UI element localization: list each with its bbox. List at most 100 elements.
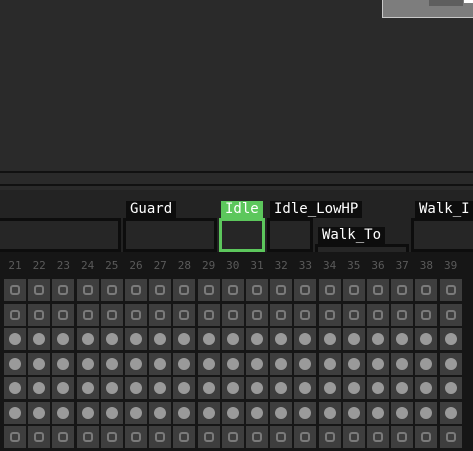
cel-filled[interactable] bbox=[173, 352, 196, 375]
tag-label-idle-lowhp[interactable]: Idle_LowHP bbox=[270, 201, 363, 218]
cel-empty[interactable] bbox=[246, 303, 268, 326]
cel-filled[interactable] bbox=[221, 401, 244, 424]
cel-empty[interactable] bbox=[439, 303, 462, 326]
cel-filled[interactable] bbox=[149, 401, 172, 424]
cel-filled[interactable] bbox=[391, 328, 414, 350]
cel-empty[interactable] bbox=[367, 279, 389, 301]
frame-number[interactable]: 24 bbox=[76, 257, 100, 275]
cel-empty[interactable] bbox=[76, 426, 99, 448]
cel-filled[interactable] bbox=[149, 328, 172, 350]
cel-empty[interactable] bbox=[391, 426, 414, 448]
cel-empty[interactable] bbox=[342, 279, 365, 301]
cel-empty[interactable] bbox=[28, 279, 51, 301]
cel-empty[interactable] bbox=[221, 303, 244, 326]
cel-empty[interactable] bbox=[52, 279, 75, 301]
cel-filled[interactable] bbox=[4, 328, 26, 350]
frame-number[interactable]: 29 bbox=[197, 257, 221, 275]
cel-filled[interactable] bbox=[342, 352, 365, 375]
cel-filled[interactable] bbox=[76, 352, 99, 375]
cel-filled[interactable] bbox=[52, 377, 75, 399]
cel-empty[interactable] bbox=[52, 303, 75, 326]
frame-number[interactable]: 31 bbox=[245, 257, 269, 275]
cel-filled[interactable] bbox=[318, 377, 341, 399]
tag-label-guard[interactable]: Guard bbox=[126, 201, 177, 218]
frame-number[interactable]: 30 bbox=[221, 257, 245, 275]
tag-box-previous[interactable] bbox=[0, 218, 121, 252]
cel-empty[interactable] bbox=[173, 279, 196, 301]
cel-empty[interactable] bbox=[221, 426, 244, 448]
cel-filled[interactable] bbox=[52, 328, 75, 350]
cel-filled[interactable] bbox=[4, 377, 26, 399]
frame-number[interactable]: 32 bbox=[269, 257, 293, 275]
cel-filled[interactable] bbox=[246, 377, 268, 399]
frame-number[interactable]: 34 bbox=[318, 257, 342, 275]
cel-filled[interactable] bbox=[415, 352, 438, 375]
cel-filled[interactable] bbox=[367, 401, 389, 424]
frame-number[interactable]: 26 bbox=[124, 257, 148, 275]
frame-number[interactable]: 36 bbox=[366, 257, 390, 275]
cel-empty[interactable] bbox=[391, 279, 414, 301]
cel-empty[interactable] bbox=[415, 426, 438, 448]
cel-filled[interactable] bbox=[221, 352, 244, 375]
cel-filled[interactable] bbox=[76, 328, 99, 350]
cel-empty[interactable] bbox=[318, 426, 341, 448]
frame-number[interactable]: 38 bbox=[414, 257, 438, 275]
cel-filled[interactable] bbox=[149, 352, 172, 375]
cel-empty[interactable] bbox=[100, 303, 123, 326]
cel-empty[interactable] bbox=[4, 279, 26, 301]
tag-box-idle[interactable] bbox=[219, 218, 265, 252]
cel-filled[interactable] bbox=[125, 328, 147, 350]
cel-filled[interactable] bbox=[52, 401, 75, 424]
tag-label-walk-to[interactable]: Walk_To bbox=[318, 227, 386, 244]
frame-number[interactable]: 33 bbox=[293, 257, 317, 275]
cel-empty[interactable] bbox=[100, 279, 123, 301]
cel-filled[interactable] bbox=[415, 401, 438, 424]
cel-filled[interactable] bbox=[173, 377, 196, 399]
frame-number[interactable]: 37 bbox=[390, 257, 414, 275]
cel-filled[interactable] bbox=[246, 352, 268, 375]
cel-filled[interactable] bbox=[270, 352, 293, 375]
cel-filled[interactable] bbox=[197, 401, 220, 424]
cel-empty[interactable] bbox=[173, 303, 196, 326]
cel-filled[interactable] bbox=[100, 352, 123, 375]
tag-label-walk[interactable]: Walk_I bbox=[415, 201, 473, 218]
cel-empty[interactable] bbox=[246, 279, 268, 301]
cel-empty[interactable] bbox=[4, 303, 26, 326]
cel-filled[interactable] bbox=[367, 352, 389, 375]
sprite-thumbnail[interactable] bbox=[382, 0, 473, 18]
cel-filled[interactable] bbox=[52, 352, 75, 375]
frame-number[interactable]: 23 bbox=[51, 257, 75, 275]
frame-number[interactable]: 28 bbox=[172, 257, 196, 275]
cel-filled[interactable] bbox=[391, 352, 414, 375]
cel-filled[interactable] bbox=[173, 328, 196, 350]
cel-filled[interactable] bbox=[367, 377, 389, 399]
cel-empty[interactable] bbox=[439, 279, 462, 301]
cel-empty[interactable] bbox=[294, 426, 317, 448]
cel-filled[interactable] bbox=[439, 328, 462, 350]
cel-empty[interactable] bbox=[125, 426, 147, 448]
cel-empty[interactable] bbox=[100, 426, 123, 448]
cel-empty[interactable] bbox=[415, 279, 438, 301]
cel-filled[interactable] bbox=[270, 377, 293, 399]
timeline-top-border[interactable] bbox=[0, 184, 473, 186]
cel-filled[interactable] bbox=[439, 401, 462, 424]
cel-empty[interactable] bbox=[125, 303, 147, 326]
cel-filled[interactable] bbox=[28, 401, 51, 424]
cel-empty[interactable] bbox=[439, 426, 462, 448]
cel-empty[interactable] bbox=[76, 279, 99, 301]
cel-empty[interactable] bbox=[270, 303, 293, 326]
cel-empty[interactable] bbox=[221, 279, 244, 301]
cel-empty[interactable] bbox=[28, 426, 51, 448]
cel-empty[interactable] bbox=[294, 279, 317, 301]
cel-filled[interactable] bbox=[318, 401, 341, 424]
cel-filled[interactable] bbox=[221, 377, 244, 399]
frame-number[interactable]: 35 bbox=[342, 257, 366, 275]
cel-empty[interactable] bbox=[318, 279, 341, 301]
cel-empty[interactable] bbox=[197, 279, 220, 301]
cel-filled[interactable] bbox=[221, 328, 244, 350]
cel-filled[interactable] bbox=[4, 352, 26, 375]
cel-empty[interactable] bbox=[4, 426, 26, 448]
cel-filled[interactable] bbox=[197, 377, 220, 399]
cel-filled[interactable] bbox=[294, 401, 317, 424]
cel-empty[interactable] bbox=[294, 303, 317, 326]
